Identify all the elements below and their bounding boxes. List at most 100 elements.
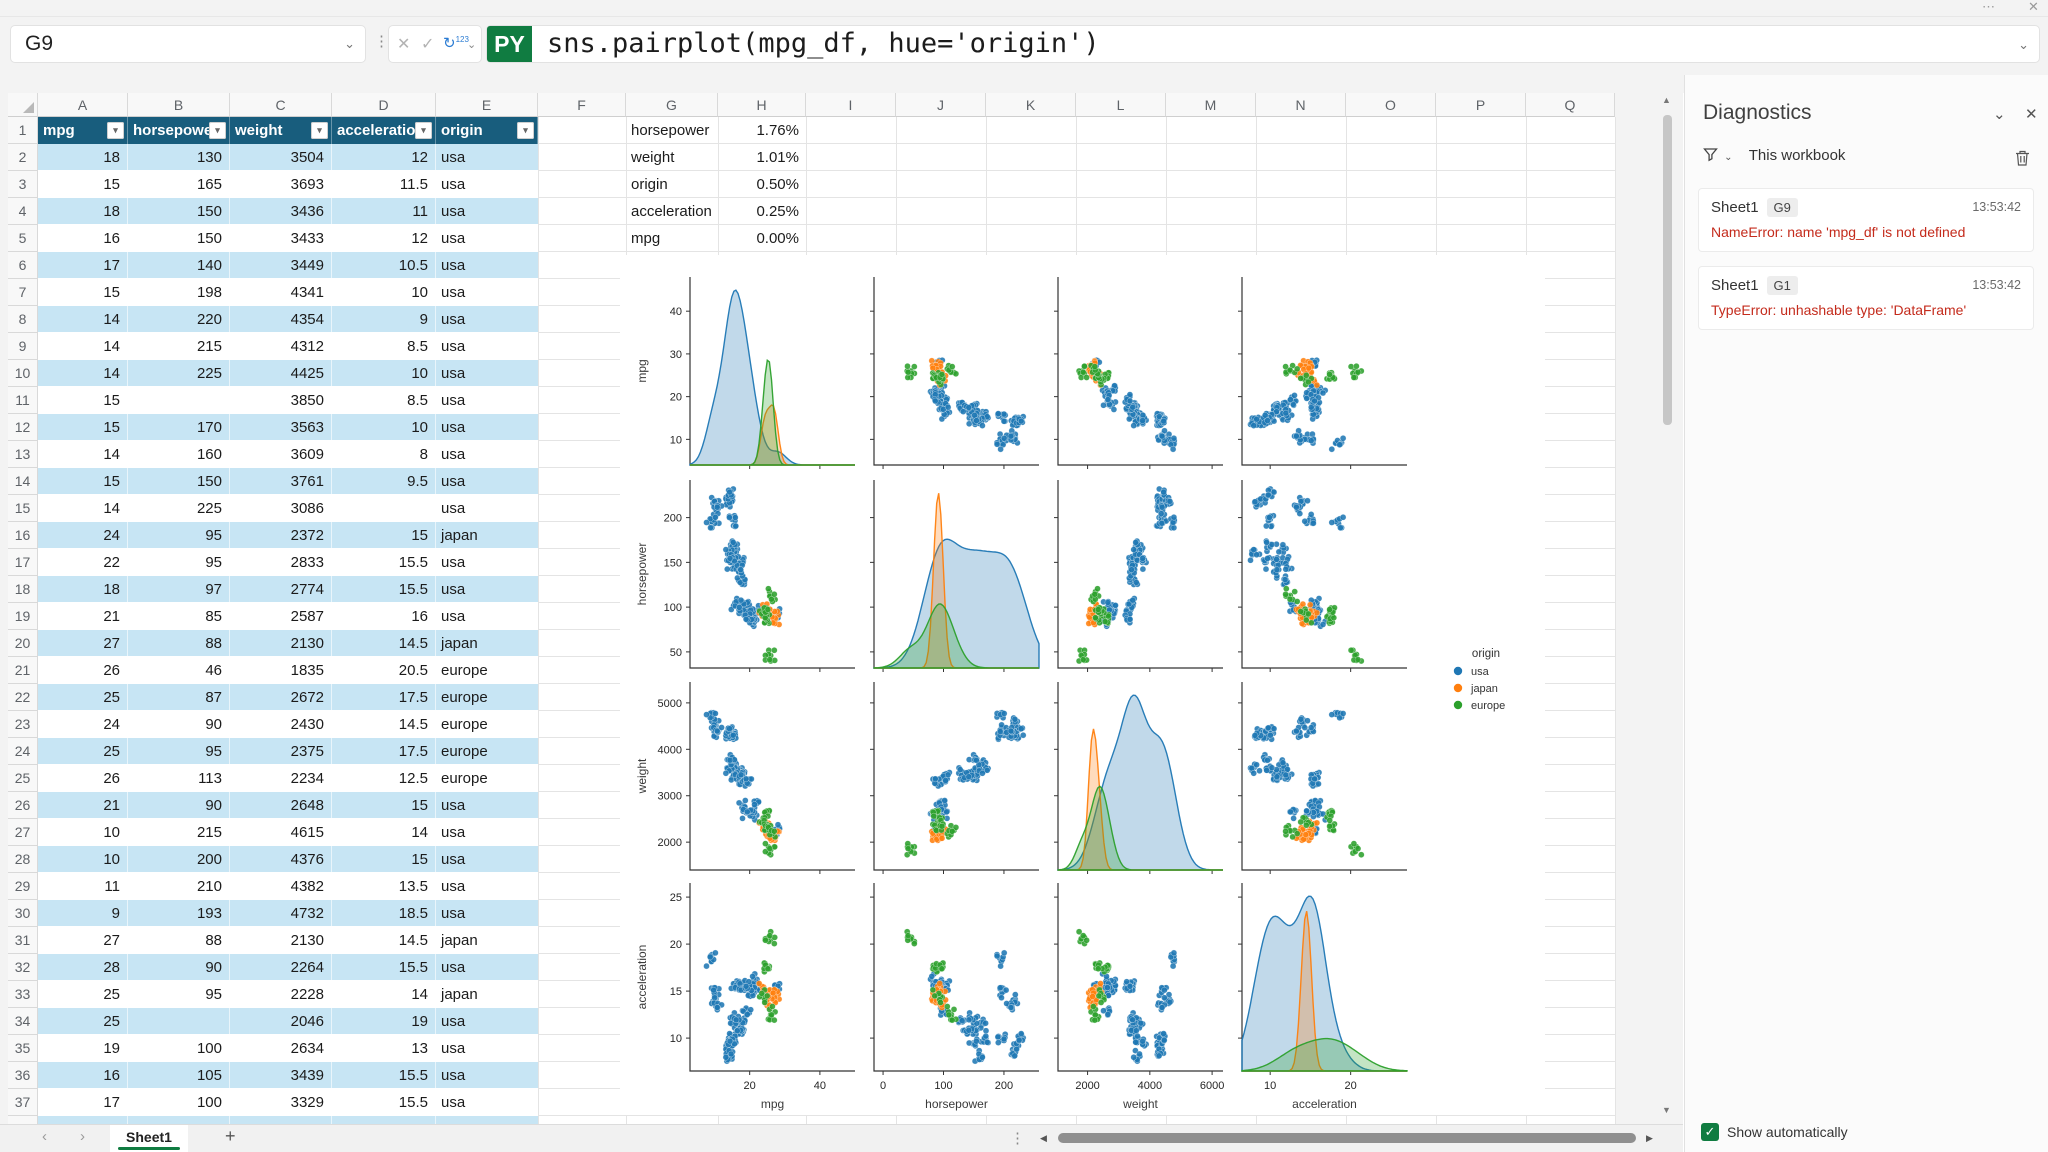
table-cell[interactable]: 87 (128, 684, 230, 711)
table-cell[interactable]: 3563 (230, 414, 332, 441)
table-cell[interactable]: 215 (128, 333, 230, 360)
table-cell[interactable]: europe (436, 711, 538, 738)
table-cell[interactable]: 2234 (230, 765, 332, 792)
table-cell[interactable]: 16 (38, 1062, 128, 1089)
row-header-25[interactable]: 25 (8, 765, 38, 792)
table-cell[interactable]: 95 (128, 549, 230, 576)
table-cell[interactable]: 193 (128, 900, 230, 927)
chevron-down-icon[interactable]: ⌄ (1724, 152, 1732, 163)
table-cell[interactable]: 9 (38, 900, 128, 927)
table-cell[interactable]: 15 (38, 171, 128, 198)
table-cell[interactable]: 3086 (230, 495, 332, 522)
table-cell[interactable]: japan (436, 981, 538, 1008)
table-cell[interactable]: 3449 (230, 252, 332, 279)
table-cell[interactable]: 8 (332, 441, 436, 468)
table-cell[interactable]: 16 (38, 225, 128, 252)
table-cell[interactable]: 130 (128, 144, 230, 171)
table-cell[interactable]: 9.5 (332, 468, 436, 495)
column-header-P[interactable]: P (1436, 93, 1526, 117)
row-header-29[interactable]: 29 (8, 873, 38, 900)
table-cell[interactable]: 2372 (230, 522, 332, 549)
table-cell[interactable]: 150 (128, 198, 230, 225)
stat-value-cell[interactable]: 1.01% (718, 144, 806, 171)
table-cell[interactable]: 46 (128, 657, 230, 684)
table-cell[interactable]: 2375 (230, 738, 332, 765)
table-cell[interactable]: 18 (38, 576, 128, 603)
table-cell[interactable]: 15.5 (332, 1089, 436, 1116)
table-cell[interactable]: 12 (332, 144, 436, 171)
column-header-B[interactable]: B (128, 93, 230, 117)
table-cell[interactable]: 12.5 (332, 765, 436, 792)
table-cell[interactable]: 21 (38, 603, 128, 630)
table-cell[interactable]: 90 (128, 954, 230, 981)
row-header-15[interactable]: 15 (8, 495, 38, 522)
filter-dropdown-icon[interactable]: ▾ (415, 122, 432, 139)
table-cell[interactable]: 200 (128, 846, 230, 873)
row-header-31[interactable]: 31 (8, 927, 38, 954)
formula-text[interactable]: sns.pairplot(mpg_df, hue='origin') (547, 28, 1100, 59)
table-cell[interactable]: 18 (38, 198, 128, 225)
table-cell[interactable]: 14.5 (332, 711, 436, 738)
table-cell[interactable]: japan (436, 630, 538, 657)
table-cell[interactable]: usa (436, 549, 538, 576)
table-cell[interactable]: 100 (128, 1089, 230, 1116)
row-header-5[interactable]: 5 (8, 225, 38, 252)
table-cell[interactable]: 4382 (230, 873, 332, 900)
table-header-origin[interactable]: origin▾ (436, 117, 538, 144)
table-cell[interactable]: japan (436, 927, 538, 954)
table-cell[interactable]: 8.5 (332, 333, 436, 360)
table-cell[interactable]: 4354 (230, 306, 332, 333)
table-cell[interactable]: 25 (38, 738, 128, 765)
table-cell[interactable]: usa (436, 1008, 538, 1035)
table-cell[interactable]: usa (436, 819, 538, 846)
table-cell[interactable]: 28 (38, 954, 128, 981)
table-cell[interactable]: 15 (38, 387, 128, 414)
stat-label-cell[interactable]: origin (626, 171, 718, 198)
row-header-26[interactable]: 26 (8, 792, 38, 819)
table-header-mpg[interactable]: mpg▾ (38, 117, 128, 144)
row-header-27[interactable]: 27 (8, 819, 38, 846)
pairplot-chart[interactable]: 10203040mpg50100150200horsepower20003000… (620, 255, 1545, 1115)
table-cell[interactable]: 4341 (230, 279, 332, 306)
table-cell[interactable]: 2228 (230, 981, 332, 1008)
table-cell[interactable]: 27 (38, 630, 128, 657)
table-cell[interactable]: 10 (332, 414, 436, 441)
table-cell[interactable]: 14 (38, 360, 128, 387)
table-cell[interactable]: 12 (332, 225, 436, 252)
table-cell[interactable]: 17 (38, 252, 128, 279)
row-header-6[interactable]: 6 (8, 252, 38, 279)
row-header-34[interactable]: 34 (8, 1008, 38, 1035)
filter-scope-label[interactable]: This workbook (1749, 147, 1846, 164)
table-cell[interactable]: 13.5 (332, 873, 436, 900)
table-cell[interactable]: usa (436, 171, 538, 198)
table-cell[interactable]: 22 (38, 549, 128, 576)
table-cell[interactable]: usa (436, 414, 538, 441)
row-header-14[interactable]: 14 (8, 468, 38, 495)
row-header-33[interactable]: 33 (8, 981, 38, 1008)
table-cell[interactable]: 140 (128, 252, 230, 279)
table-cell[interactable]: 90 (128, 792, 230, 819)
prev-sheet-icon[interactable]: ‹ (42, 1128, 47, 1145)
table-cell[interactable]: 16 (332, 603, 436, 630)
table-header-horsepower[interactable]: horsepower▾ (128, 117, 230, 144)
table-header-acceleration[interactable]: acceleration▾ (332, 117, 436, 144)
table-cell[interactable]: 26 (38, 657, 128, 684)
chevron-down-icon[interactable]: ⌄ (467, 38, 476, 51)
table-cell[interactable] (128, 387, 230, 414)
table-cell[interactable]: usa (436, 333, 538, 360)
stat-value-cell[interactable]: 0.50% (718, 171, 806, 198)
show-automatically-checkbox[interactable]: ✓ (1701, 1123, 1719, 1141)
row-header-21[interactable]: 21 (8, 657, 38, 684)
table-cell[interactable]: 97 (128, 576, 230, 603)
table-cell[interactable]: 3693 (230, 171, 332, 198)
table-cell[interactable]: 19 (38, 1035, 128, 1062)
table-cell[interactable]: 9 (332, 306, 436, 333)
row-header-30[interactable]: 30 (8, 900, 38, 927)
more-options-icon[interactable]: ⋯ (1982, 0, 1995, 15)
table-cell[interactable]: 2774 (230, 576, 332, 603)
table-cell[interactable]: usa (436, 495, 538, 522)
column-header-M[interactable]: M (1166, 93, 1256, 117)
diagnostic-card[interactable]: Sheet1G1 13:53:42 TypeError: unhashable … (1698, 266, 2034, 330)
table-cell[interactable]: 14 (38, 333, 128, 360)
table-cell[interactable]: 225 (128, 360, 230, 387)
